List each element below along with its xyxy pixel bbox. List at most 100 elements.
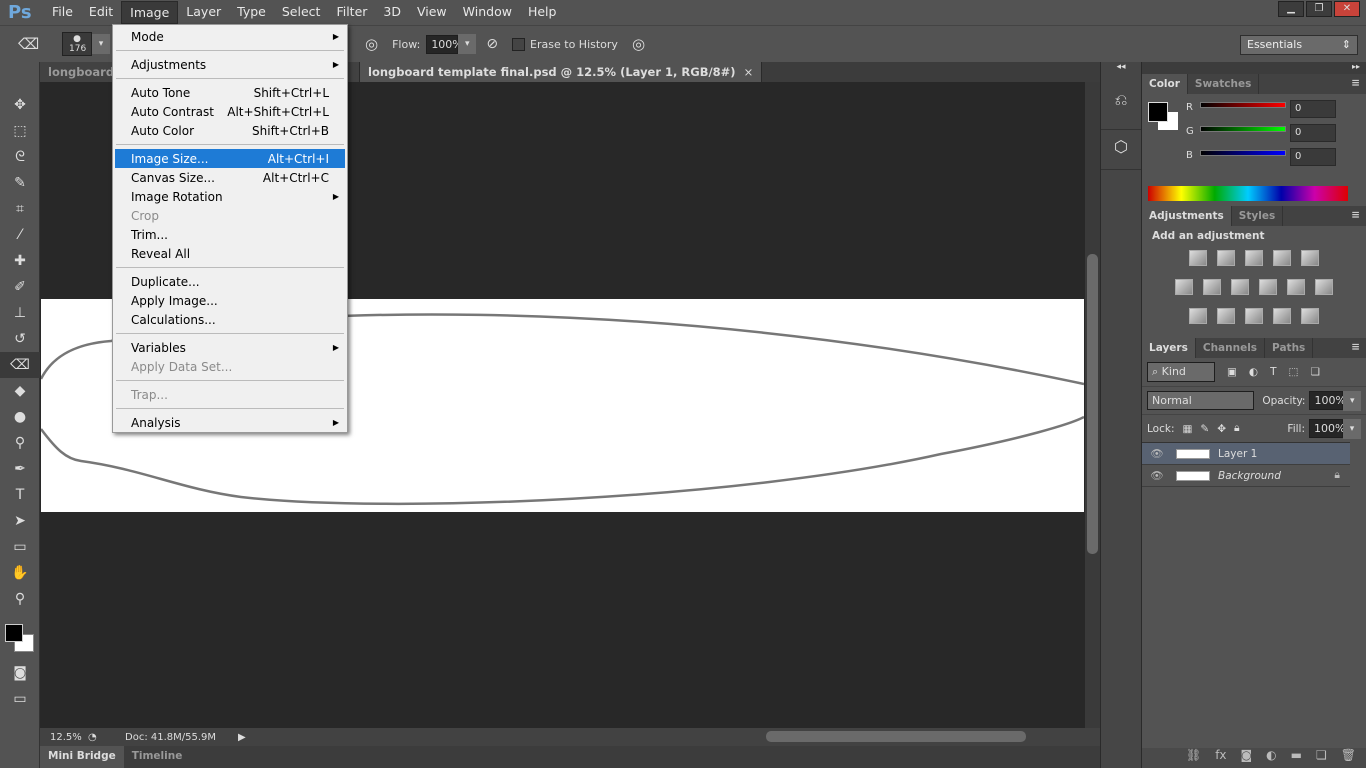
curves-icon[interactable] — [1245, 250, 1263, 266]
menu-item-calculations[interactable]: Calculations... — [113, 310, 347, 329]
flow-input[interactable]: 100% — [426, 34, 463, 54]
fx-icon[interactable]: fx — [1215, 748, 1226, 768]
link-layers-icon[interactable]: ⛓ — [1186, 748, 1201, 768]
menu-3d[interactable]: 3D — [375, 1, 409, 24]
filter-type-icon[interactable]: T — [1270, 366, 1276, 378]
delete-layer-icon[interactable]: 🗑︎ — [1341, 748, 1356, 768]
quick-mask-icon[interactable]: ◙ — [0, 660, 40, 686]
panel-menu-icon[interactable]: ≡ — [1345, 74, 1366, 94]
move-tool-icon[interactable]: ✥ — [0, 92, 40, 118]
eraser-tool-icon[interactable]: ⌫ — [0, 352, 40, 378]
blend-mode-select[interactable]: Normal — [1147, 391, 1255, 410]
vertical-scrollbar[interactable] — [1085, 82, 1100, 728]
channel-mixer-icon[interactable] — [1287, 279, 1305, 295]
levels-icon[interactable] — [1217, 250, 1235, 266]
dodge-tool-icon[interactable]: ⚲ — [0, 430, 40, 456]
brush-tool-icon[interactable]: ✐ — [0, 274, 40, 300]
menu-type[interactable]: Type — [229, 1, 274, 24]
properties-icon[interactable]: ⬡ — [1101, 130, 1141, 170]
menu-view[interactable]: View — [409, 1, 455, 24]
opacity-input[interactable]: 100% — [1309, 391, 1346, 410]
menu-item-analysis[interactable]: Analysis ▶ — [113, 413, 347, 432]
channel-value-input[interactable]: 0 — [1290, 100, 1336, 118]
channel-value-input[interactable]: 0 — [1290, 148, 1336, 166]
pen-tool-icon[interactable]: ✒ — [0, 456, 40, 482]
channel-slider[interactable] — [1200, 102, 1286, 108]
marquee-tool-icon[interactable]: ⬚ — [0, 118, 40, 144]
selective-color-icon[interactable] — [1273, 308, 1291, 324]
tab-mini-bridge[interactable]: Mini Bridge — [40, 746, 124, 768]
clone-stamp-icon[interactable]: ⊥ — [0, 300, 40, 326]
color-lookup-icon[interactable] — [1315, 279, 1333, 295]
threshold-icon[interactable] — [1245, 308, 1263, 324]
menu-help[interactable]: Help — [520, 1, 565, 24]
tab-document[interactable]: longboard template final.psd @ 12.5% (La… — [360, 62, 763, 82]
menu-item-auto-tone[interactable]: Auto Tone Shift+Ctrl+L — [113, 83, 347, 102]
black-white-icon[interactable] — [1231, 279, 1249, 295]
menu-item-adjustments[interactable]: Adjustments ▶ — [113, 55, 347, 74]
paint-bucket-icon[interactable]: ◆ — [0, 378, 40, 404]
menu-item-auto-color[interactable]: Auto Color Shift+Ctrl+B — [113, 121, 347, 140]
visibility-eye-icon[interactable]: 👁︎ — [1142, 469, 1172, 482]
workspace-switcher[interactable]: Essentials ⇕ — [1240, 35, 1358, 55]
layer-filter-select[interactable]: ⌕ Kind — [1147, 362, 1215, 382]
restore-button[interactable]: ❐ — [1306, 1, 1332, 17]
horizontal-scrollbar[interactable] — [246, 728, 1100, 746]
visibility-eye-icon[interactable]: 👁︎ — [1142, 447, 1172, 460]
panel-menu-icon[interactable]: ≡ — [1345, 206, 1366, 226]
status-icon[interactable]: ◔ — [88, 732, 110, 743]
brush-preset-picker[interactable]: ● 176 — [62, 32, 92, 56]
history-icon[interactable]: ⎌ — [1101, 80, 1141, 130]
tab-styles[interactable]: Styles — [1232, 206, 1284, 226]
menu-filter[interactable]: Filter — [328, 1, 375, 24]
menu-file[interactable]: File — [44, 1, 81, 24]
new-group-icon[interactable]: ▬ — [1291, 748, 1302, 768]
menu-item-canvas-size[interactable]: Canvas Size... Alt+Ctrl+C — [113, 168, 347, 187]
airbrush-icon[interactable]: ◎ — [365, 35, 378, 53]
channel-value-input[interactable]: 0 — [1290, 124, 1336, 142]
zoom-level[interactable]: 12.5% — [40, 732, 88, 743]
add-mask-icon[interactable]: ◙ — [1241, 748, 1253, 768]
rectangle-tool-icon[interactable]: ▭ — [0, 534, 40, 560]
filter-smart-object-icon[interactable]: ❏ — [1310, 366, 1319, 378]
flow-dropdown[interactable]: ▾ — [458, 34, 477, 54]
color-swatches[interactable] — [0, 620, 39, 660]
scroll-thumb[interactable] — [1087, 254, 1098, 554]
tab-paths[interactable]: Paths — [1265, 338, 1314, 358]
menu-item-auto-contrast[interactable]: Auto Contrast Alt+Shift+Ctrl+L — [113, 102, 347, 121]
menu-item-mode[interactable]: Mode ▶ — [113, 27, 347, 46]
lasso-tool-icon[interactable]: ᘓ — [0, 144, 40, 170]
menu-item-apply-image[interactable]: Apply Image... — [113, 291, 347, 310]
fill-dropdown[interactable]: ▾ — [1343, 418, 1361, 439]
menu-item-image-size[interactable]: Image Size... Alt+Ctrl+I — [115, 149, 345, 168]
menu-item-trim[interactable]: Trim... — [113, 225, 347, 244]
brightness-contrast-icon[interactable] — [1189, 250, 1207, 266]
menu-item-crop[interactable]: Crop — [113, 206, 347, 225]
tab-swatches[interactable]: Swatches — [1188, 74, 1260, 94]
opacity-dropdown[interactable]: ▾ — [1343, 390, 1361, 411]
tab-channels[interactable]: Channels — [1196, 338, 1266, 358]
menu-edit[interactable]: Edit — [81, 1, 121, 24]
tab-timeline[interactable]: Timeline — [124, 746, 191, 768]
foreground-color[interactable] — [1148, 102, 1168, 122]
layer-row[interactable]: 👁︎ Background 🔒︎ — [1142, 465, 1350, 487]
channel-slider[interactable] — [1200, 126, 1286, 132]
status-menu-arrow[interactable]: ▶ — [238, 732, 246, 743]
menu-window[interactable]: Window — [455, 1, 520, 24]
menu-item-duplicate[interactable]: Duplicate... — [113, 272, 347, 291]
eyedropper-tool-icon[interactable]: ⁄ — [0, 222, 40, 248]
layer-row[interactable]: 👁︎ Layer 1 — [1142, 443, 1350, 465]
close-tab-icon[interactable]: × — [744, 65, 754, 79]
hue-saturation-icon[interactable] — [1175, 279, 1193, 295]
history-brush-icon[interactable]: ↺ — [0, 326, 40, 352]
tab-layers[interactable]: Layers — [1142, 338, 1196, 358]
menu-image[interactable]: Image — [121, 1, 179, 24]
healing-brush-icon[interactable]: ✚ — [0, 248, 40, 274]
quick-selection-tool-icon[interactable]: ✎ — [0, 170, 40, 196]
lock-all-icon[interactable]: 🔒︎ — [1234, 422, 1240, 435]
posterize-icon[interactable] — [1217, 308, 1235, 324]
exposure-icon[interactable] — [1273, 250, 1291, 266]
eraser-tool-icon[interactable]: ⌫ — [18, 35, 52, 53]
brush-dropdown[interactable]: ▾ — [92, 34, 110, 54]
menu-select[interactable]: Select — [274, 1, 329, 24]
